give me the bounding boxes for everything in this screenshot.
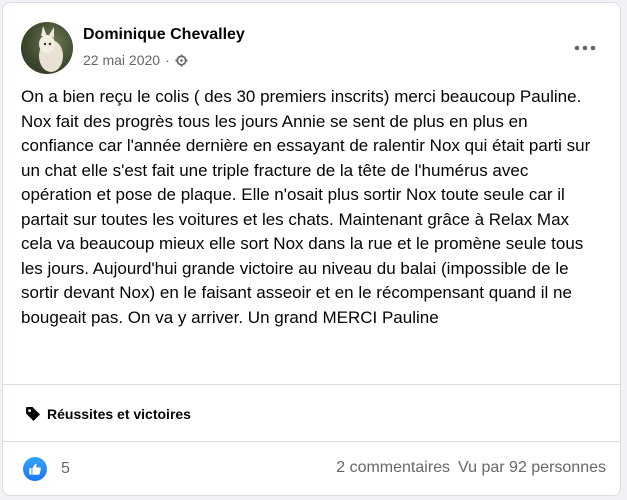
- reactions-summary[interactable]: 5: [23, 457, 70, 481]
- divider: [3, 441, 620, 442]
- post-card: Dominique Chevalley 22 mai 2020 · On a b…: [2, 2, 621, 496]
- topic-label: Réussites et victoires: [47, 406, 191, 422]
- post-paragraph: On a bien reçu le colis ( des 30 premier…: [21, 87, 582, 106]
- divider: [3, 384, 620, 385]
- post-meta: 22 mai 2020 ·: [83, 52, 188, 68]
- avatar-dog-photo: [39, 26, 63, 72]
- post-date[interactable]: 22 mai 2020: [83, 52, 160, 68]
- topic-tag[interactable]: Réussites et victoires: [25, 406, 191, 422]
- more-options-button[interactable]: [569, 36, 601, 60]
- like-icon: [23, 457, 47, 481]
- post-paragraph: Nox fait des progrès tous les jours Anni…: [21, 111, 591, 327]
- reaction-count: 5: [61, 460, 70, 477]
- gear-icon[interactable]: [175, 53, 188, 67]
- meta-separator: ·: [165, 52, 170, 68]
- tag-icon: [26, 407, 40, 421]
- views-count-link[interactable]: Vu par 92 personnes: [458, 459, 606, 477]
- post-stats: 2 commentaires Vu par 92 personnes: [336, 459, 606, 477]
- avatar[interactable]: [21, 22, 73, 74]
- author-name[interactable]: Dominique Chevalley: [83, 26, 245, 44]
- comments-count-link[interactable]: 2 commentaires: [336, 459, 450, 477]
- post-body: On a bien reçu le colis ( des 30 premier…: [21, 85, 601, 330]
- more-horizontal-icon: [574, 45, 596, 51]
